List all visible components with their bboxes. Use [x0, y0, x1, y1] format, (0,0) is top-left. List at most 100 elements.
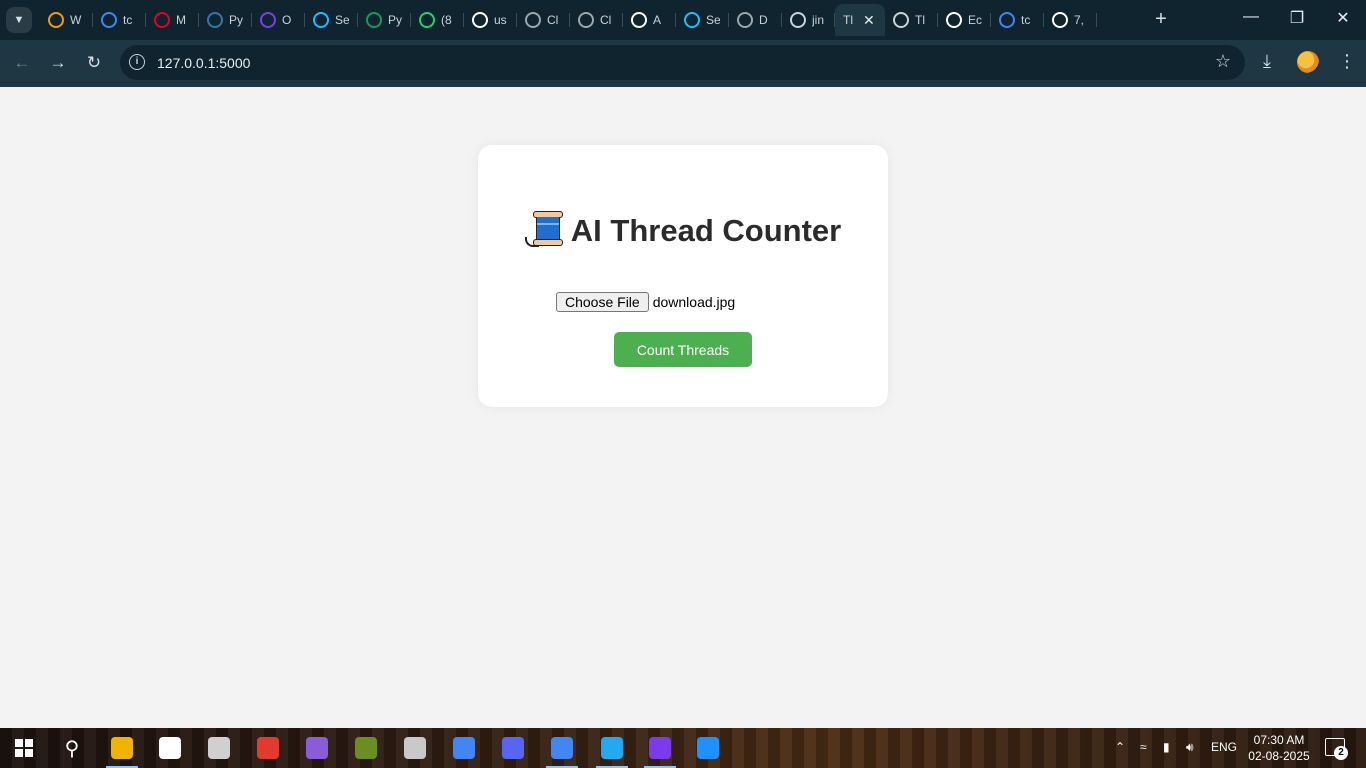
clock-date: 02-08-2025 [1248, 749, 1310, 763]
back-arrow-icon[interactable]: ← [9, 50, 35, 76]
battery-icon[interactable]: ▮ [1163, 740, 1170, 754]
terminal-icon [790, 12, 806, 28]
browser-tab[interactable]: tc [991, 4, 1044, 36]
tab-title: (8 [441, 13, 452, 27]
taskbar-app[interactable] [393, 728, 437, 768]
pinterest-icon [154, 12, 170, 28]
browser-tab[interactable]: Cl [570, 4, 623, 36]
clock[interactable]: 07:30 AM 02-08-2025 [1240, 732, 1318, 764]
close-tab-icon[interactable]: ✕ [863, 12, 875, 29]
github-icon [946, 12, 962, 28]
tab-title: Tl [843, 13, 853, 27]
taskbar-app[interactable] [686, 728, 730, 768]
profile-avatar[interactable] [1297, 51, 1319, 73]
google-icon [101, 12, 117, 28]
browser-tab[interactable]: Py [199, 4, 252, 36]
w-logo-icon [366, 12, 382, 28]
choose-file-button[interactable]: Choose File [556, 292, 649, 312]
taskbar-app[interactable] [246, 728, 290, 768]
menu-kebab-icon[interactable]: ⋮ [1338, 51, 1356, 72]
openai-icon [893, 12, 909, 28]
taskbar-app[interactable] [197, 728, 241, 768]
tab-title: Se [706, 13, 720, 27]
browser-tab[interactable]: us [464, 4, 517, 36]
taskbar-app[interactable] [442, 728, 486, 768]
file-input: Choose File download.jpg [556, 292, 735, 312]
taskbar-app[interactable] [590, 728, 634, 768]
browser-tab[interactable]: W [40, 4, 93, 36]
tab-title: Cl [547, 13, 559, 27]
site-info-icon[interactable]: i [129, 54, 145, 70]
address-bar[interactable]: i 127.0.0.1:5000 ☆ [120, 45, 1245, 80]
taskbar-app[interactable] [100, 728, 144, 768]
taskbar-app[interactable] [638, 728, 682, 768]
obs-icon [404, 737, 426, 759]
red-app-icon [257, 737, 279, 759]
browser-tab[interactable]: Tl [885, 4, 938, 36]
chevron-up-icon[interactable]: ⌃ [1115, 740, 1125, 754]
whatsapp-icon [419, 12, 435, 28]
volume-icon[interactable]: 🔊︎ [1186, 740, 1194, 755]
forward-arrow-icon[interactable]: → [45, 50, 71, 76]
tab-title: Py [388, 13, 402, 27]
browser-tab[interactable]: Se [305, 4, 358, 36]
language-indicator[interactable]: ENG [1211, 740, 1237, 754]
kaggle-k-icon [313, 12, 329, 28]
tab-title: Tl [915, 13, 925, 27]
browser-tab[interactable]: tc [93, 4, 146, 36]
count-threads-button[interactable]: Count Threads [614, 332, 752, 367]
browser-tab[interactable]: Tl ✕ [835, 4, 885, 36]
start-button[interactable] [2, 728, 46, 768]
browser-tab[interactable]: Cl [517, 4, 570, 36]
taskbar-app[interactable] [344, 728, 388, 768]
download-icon[interactable]: ⤓ [1263, 51, 1271, 72]
taskbar-app[interactable] [491, 728, 535, 768]
discord-icon [502, 737, 524, 759]
windows-logo-icon [15, 739, 33, 757]
tab-title: Se [335, 13, 349, 27]
search-button[interactable]: ⚲ [50, 728, 94, 768]
browser-tab[interactable]: M [146, 4, 199, 36]
browser-tab[interactable]: O [252, 4, 305, 36]
tab-title: tc [1021, 13, 1031, 27]
browser-tab[interactable]: 7, [1044, 4, 1097, 36]
spool-of-thread-icon [524, 211, 563, 247]
globe-icon [737, 12, 753, 28]
browser-tab[interactable]: A [623, 4, 676, 36]
notification-count-badge: 2 [1334, 746, 1348, 760]
infinity-icon [48, 12, 64, 28]
taskbar-app[interactable] [540, 728, 584, 768]
selected-file-name: download.jpg [652, 294, 736, 310]
chrome-icon [453, 737, 475, 759]
taskbar-app[interactable] [295, 728, 339, 768]
github-icon [472, 12, 488, 28]
reload-icon[interactable]: ↻ [81, 50, 107, 76]
tab-title: Ec [968, 13, 982, 27]
minimize-icon[interactable]: — [1236, 8, 1266, 26]
file-explorer-icon [111, 737, 133, 759]
bookmark-star-icon[interactable]: ☆ [1215, 51, 1231, 72]
tab-title: Cl [600, 13, 612, 27]
tab-list: Wtc M Py O Se Py (8 us Cl Cl A Se Djin Tl ✕ Tl Ec tc 7, [40, 4, 1097, 40]
search-icon: ⚲ [64, 737, 80, 760]
tab-search-button[interactable]: ▼ [6, 7, 32, 33]
browser-tab[interactable]: jin [782, 4, 835, 36]
browser-tab[interactable]: Py [358, 4, 411, 36]
vscode-icon [601, 737, 623, 759]
browser-tab[interactable]: (8 [411, 4, 464, 36]
new-tab-button[interactable]: + [1151, 8, 1171, 30]
page-content: AI Thread Counter Choose File download.j… [0, 87, 1366, 728]
wifi-icon[interactable]: ≈ [1140, 740, 1147, 754]
browser-tab[interactable]: Ec [938, 4, 991, 36]
kaggle-k-icon [684, 12, 700, 28]
tab-strip: ▼ Wtc M Py O Se Py (8 us Cl Cl A Se Djin Tl ✕ Tl Ec tc 7, … [0, 0, 1366, 40]
taskbar-app[interactable] [148, 728, 192, 768]
roblox-icon [208, 737, 230, 759]
tab-title: tc [123, 13, 133, 27]
clock-time: 07:30 AM [1253, 733, 1305, 747]
url-text[interactable]: 127.0.0.1:5000 [157, 55, 250, 71]
browser-tab[interactable]: Se [676, 4, 729, 36]
browser-tab[interactable]: D [729, 4, 782, 36]
close-window-icon[interactable]: ✕ [1328, 8, 1358, 28]
restore-icon[interactable]: ❐ [1282, 8, 1312, 28]
